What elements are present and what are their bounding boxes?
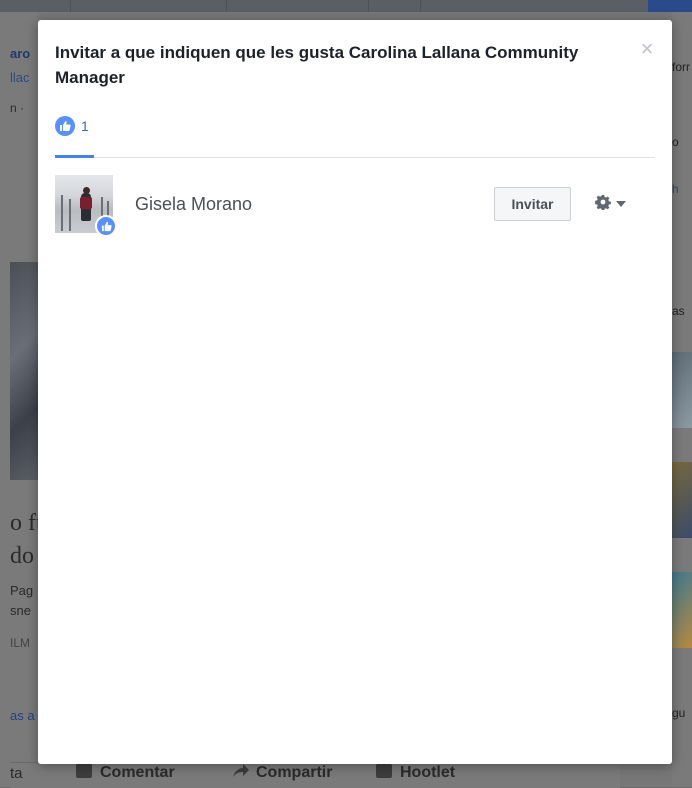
share-label: Compartir bbox=[256, 764, 333, 781]
dialog-title: Invitar a que indiquen que les gusta Car… bbox=[55, 43, 579, 87]
bg-left-text-3: n · bbox=[10, 101, 25, 115]
bg-left-text-9: as a bbox=[10, 708, 35, 723]
hootlet-action[interactable]: Hootlet bbox=[376, 764, 455, 782]
chevron-down-icon bbox=[616, 201, 626, 207]
like-icon bbox=[95, 215, 117, 237]
top-navigation-bar bbox=[0, 0, 692, 12]
bg-left-text-4: o fu bbox=[10, 510, 38, 536]
hootlet-icon bbox=[376, 764, 392, 778]
share-icon bbox=[232, 764, 249, 778]
comment-label: Comentar bbox=[100, 764, 175, 781]
likes-count: 1 bbox=[81, 118, 89, 134]
share-action[interactable]: Compartir bbox=[232, 764, 332, 782]
active-tab-indicator bbox=[55, 155, 94, 158]
bg-right-image-1 bbox=[672, 352, 692, 428]
bg-right-text-3: h bbox=[672, 182, 679, 196]
bg-left-text-8: ILM bbox=[10, 636, 31, 650]
bg-right-text-4: as bbox=[672, 304, 685, 318]
invite-button[interactable]: Invitar bbox=[494, 187, 571, 221]
bg-post-image bbox=[10, 262, 38, 480]
close-icon: × bbox=[640, 36, 654, 61]
bg-left-text-6: Pag bbox=[10, 583, 34, 598]
settings-dropdown[interactable] bbox=[595, 194, 626, 214]
bg-left-text-7: sne bbox=[10, 603, 31, 618]
tab-likes[interactable]: 1 bbox=[55, 112, 89, 140]
hootlet-label: Hootlet bbox=[400, 764, 456, 781]
list-item: Gisela Morano Invitar bbox=[55, 175, 655, 237]
comment-icon bbox=[76, 764, 92, 778]
bg-right-text-1: forr bbox=[672, 60, 690, 74]
person-name[interactable]: Gisela Morano bbox=[135, 194, 252, 215]
gear-icon bbox=[595, 194, 611, 215]
bg-right-text-2: o bbox=[672, 135, 679, 149]
close-button[interactable]: × bbox=[636, 38, 658, 60]
tab-divider bbox=[55, 157, 655, 158]
like-icon bbox=[55, 116, 75, 136]
bg-left-text-2: llac bbox=[10, 70, 30, 85]
bg-left-text-1: aro bbox=[10, 46, 31, 61]
invite-dialog: Invitar a que indiquen que les gusta Car… bbox=[38, 20, 672, 764]
bg-left-text-10: ta bbox=[10, 765, 23, 782]
bg-right-text-5: gu bbox=[672, 706, 686, 720]
comment-action[interactable]: Comentar bbox=[76, 764, 175, 782]
bg-right-image-3 bbox=[672, 572, 692, 648]
bg-right-image-2 bbox=[672, 462, 692, 538]
bg-left-text-5: do bbox=[10, 543, 34, 569]
